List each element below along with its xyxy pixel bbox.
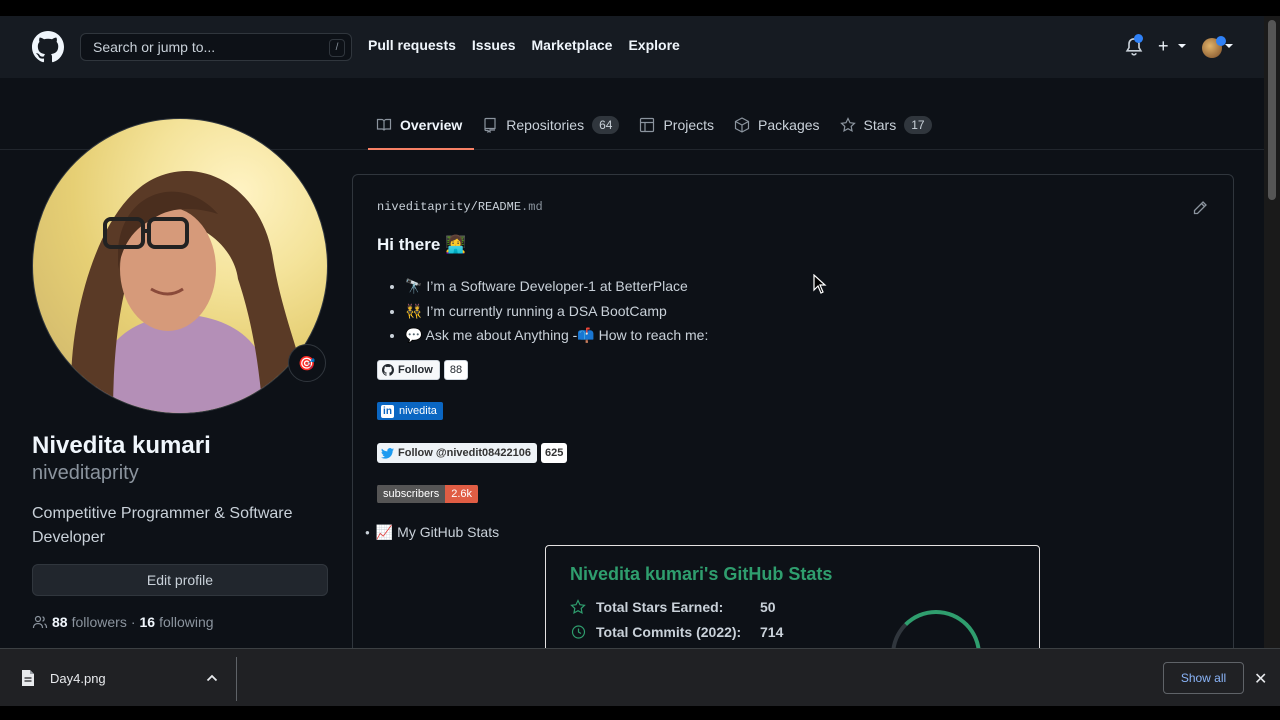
file-icon [22,670,34,686]
notification-unread-dot [1134,34,1143,43]
github-header: Search or jump to... / Pull requests Iss… [0,16,1264,78]
readme-path-file[interactable]: README [478,200,521,214]
readme-bullet-item: 💬 Ask me about Anything -📫 How to reach … [405,323,708,348]
github-stats-bullet-label: 📈 My GitHub Stats [375,524,500,540]
download-file-name: Day4.png [50,670,106,686]
edit-profile-button[interactable]: Edit profile [32,564,328,596]
subscribers-badge[interactable]: subscribers 2.6k [377,484,479,504]
chevron-up-icon[interactable] [206,673,218,683]
twitter-bird-icon [381,447,394,459]
readme-path: niveditaprity/README.md [377,200,543,214]
github-follow-badge[interactable]: Follow 88 [377,360,469,380]
page-scrollbar[interactable] [1264,16,1280,648]
github-follow-button[interactable]: Follow [377,360,440,380]
stats-card-title: Nivedita kumari's GitHub Stats [570,564,833,584]
tab-packages-label: Packages [758,117,820,133]
search-input[interactable]: Search or jump to... / [80,33,352,61]
github-logo-icon[interactable] [32,31,64,63]
following-count[interactable]: 16 [140,614,156,630]
history-clock-icon [571,625,586,639]
readme-path-separator: / [470,200,478,214]
linkedin-icon: in [381,404,394,418]
repo-icon [484,117,496,133]
nav-explore[interactable]: Explore [628,37,679,53]
create-menu-chevron-down-icon[interactable] [1178,44,1186,48]
book-icon [376,118,392,131]
browser-bottom-edge [0,706,1280,720]
twitter-follow-label: Follow @nivedit08422106 [398,447,531,459]
github-stats-card: Nivedita kumari's GitHub Stats Total Sta… [545,545,1040,700]
mouse-cursor-icon [813,274,827,294]
close-icon[interactable]: ✕ [1254,669,1267,689]
download-divider [236,657,237,701]
twitter-follow-count: 625 [541,443,568,463]
following-label[interactable]: following [159,614,213,630]
twitter-follow-badge[interactable]: Follow @nivedit08422106 625 [377,443,568,463]
readme-heading: Hi there 👩‍💻 [377,235,467,254]
profile-photo-illustration [71,171,313,413]
readme-bullet-item: 🔭 I’m a Software Developer-1 at BetterPl… [405,274,708,299]
linkedin-badge[interactable]: in nivedita [377,402,443,420]
header-nav: Pull requests Issues Marketplace Explore [368,37,680,53]
package-icon [734,117,750,133]
stats-commits-label: Total Commits (2022): [596,624,742,640]
linkedin-label: nivedita [399,405,437,417]
browser-top-edge [0,0,1280,16]
readme-bullet-item: 👯 I’m currently running a DSA BootCamp [405,299,708,324]
followers-label[interactable]: followers [72,614,127,630]
readme-path-user[interactable]: niveditaprity [377,200,471,214]
star-outline-icon [570,599,586,615]
stats-commits-value: 714 [760,624,784,640]
set-status-button[interactable]: 🎯 [288,344,326,382]
tab-stars[interactable]: Stars 17 [832,100,944,150]
tab-overview[interactable]: Overview [368,100,475,150]
profile-tabs: Overview Repositories 64 Projects Packag… [368,100,944,150]
stats-stars-value: 50 [760,599,776,615]
followers-following: 88 followers · 16 following [32,614,214,630]
profile-bio: Competitive Programmer & Software Develo… [32,505,293,546]
subscribers-count: 2.6k [445,485,479,503]
follow-separator: · [130,614,136,630]
edit-readme-pencil-icon[interactable] [1192,200,1208,216]
readme-path-extension: .md [521,200,543,214]
tab-projects-label: Projects [663,117,715,133]
repositories-count-badge: 64 [592,116,620,134]
readme-bullet-list: 🔭 I’m a Software Developer-1 at BetterPl… [393,274,708,348]
stars-count-badge: 17 [904,116,932,134]
profile-username: niveditaprity [32,462,139,484]
tab-repositories-label: Repositories [506,117,585,133]
tab-overview-label: Overview [400,117,463,133]
stats-stars-label: Total Stars Earned: [596,599,724,615]
tab-packages[interactable]: Packages [726,100,831,150]
subscribers-label: subscribers [377,485,446,503]
stats-row-stars: Total Stars Earned: 50 [570,599,776,615]
github-stats-bullet: ● 📈 My GitHub Stats [365,524,499,541]
star-icon [839,117,856,133]
github-mark-icon [382,364,394,376]
followers-count[interactable]: 88 [52,614,68,630]
search-placeholder: Search or jump to... [93,39,216,55]
user-menu-chevron-down-icon[interactable] [1225,44,1233,48]
bullet-dot: ● [365,528,370,537]
search-shortcut-key: / [329,39,345,57]
show-all-button[interactable]: Show all [1163,662,1244,694]
nav-pull-requests[interactable]: Pull requests [368,37,456,53]
tab-stars-label: Stars [863,117,897,133]
scrollbar-thumb[interactable] [1268,20,1276,200]
people-icon [32,615,48,629]
github-follow-label: Follow [398,364,433,376]
create-new-plus-icon[interactable]: + [1158,36,1169,57]
twitter-follow-button[interactable]: Follow @nivedit08422106 [377,443,537,463]
nav-issues[interactable]: Issues [472,37,516,53]
profile-avatar[interactable] [32,118,328,414]
stats-row-commits: Total Commits (2022): 714 [570,624,783,640]
download-item[interactable]: Day4.png [20,669,106,687]
github-follow-count: 88 [443,360,469,380]
tab-repositories[interactable]: Repositories 64 [474,100,631,150]
tab-projects[interactable]: Projects [631,100,726,150]
profile-full-name: Nivedita kumari [32,432,211,459]
nav-marketplace[interactable]: Marketplace [532,37,613,53]
project-icon [640,117,655,133]
